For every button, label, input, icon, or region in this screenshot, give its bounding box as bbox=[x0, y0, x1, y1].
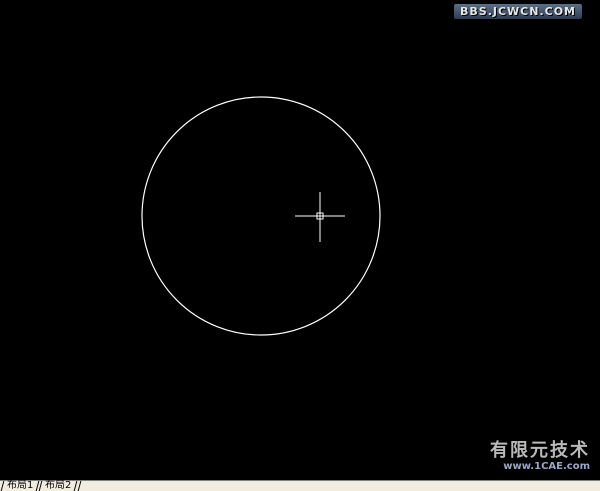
tab-layout1[interactable]: 布局1 bbox=[0, 480, 40, 491]
watermark-url: www.1CAE.com bbox=[503, 461, 590, 472]
crosshair-cursor-icon bbox=[295, 192, 345, 242]
tab-layout2[interactable]: 布局2 bbox=[39, 480, 79, 491]
tab-layout1-label: 布局1 bbox=[7, 480, 34, 491]
layout-tab-bar: 布局1 布局2 bbox=[0, 480, 600, 491]
tab-layout2-label: 布局2 bbox=[45, 480, 72, 491]
watermark-chinese: 有限元技术 bbox=[490, 440, 590, 461]
watermark-bottom: 有限元技术 www.1CAE.com bbox=[490, 440, 590, 473]
watermark-top: BBS.JCWCN.COM bbox=[454, 4, 582, 19]
drawing-svg bbox=[141, 96, 381, 336]
tab-bar-end bbox=[77, 481, 88, 491]
drawing-canvas[interactable]: BBS.JCWCN.COM 有限元技术 www.1CAE.com bbox=[0, 0, 600, 480]
autocad-window: BBS.JCWCN.COM 有限元技术 www.1CAE.com 布局1 布局2 bbox=[0, 0, 600, 491]
